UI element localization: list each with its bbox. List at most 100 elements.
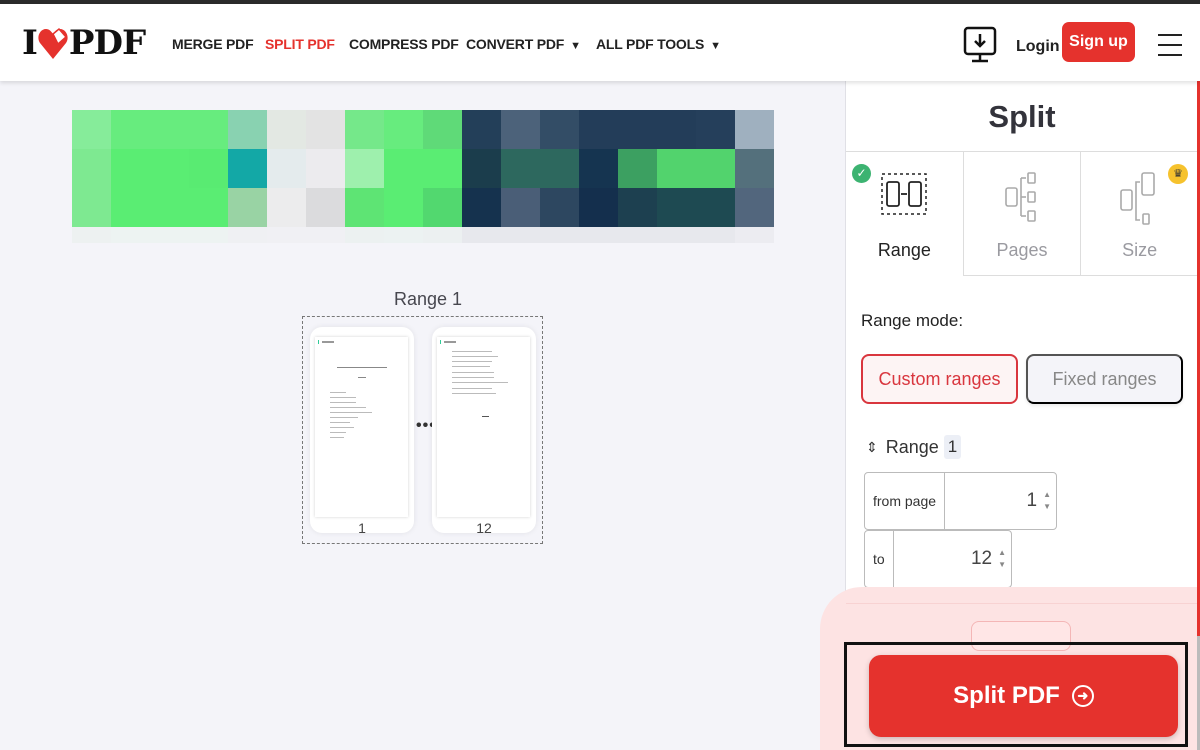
range-mode-label: Range mode: [861, 311, 964, 330]
nav-label: ALL PDF TOOLS [596, 36, 705, 52]
login-link[interactable]: Login [1016, 38, 1060, 56]
banner-pixel [423, 110, 462, 149]
premium-crown-icon: ♛ [1168, 164, 1189, 184]
banner-pixel [618, 188, 657, 227]
from-page-label: from page [865, 473, 946, 529]
stepper-up-icon[interactable]: ▲ [998, 547, 1006, 559]
banner-pixel [735, 188, 774, 227]
banner-pixel [228, 188, 267, 227]
caret-down-icon: ▼ [570, 40, 581, 52]
banner-pixel [618, 227, 657, 243]
banner-pixel [345, 110, 384, 149]
banner-pixel [462, 227, 501, 243]
banner-pixel [462, 188, 501, 227]
signup-button[interactable]: Sign up [1062, 22, 1135, 62]
from-page-stepper[interactable]: ▲ ▼ [1043, 473, 1056, 529]
banner-pixel [306, 188, 345, 227]
banner-pixel [111, 227, 150, 243]
banner-pixel [501, 227, 540, 243]
banner-pixel [501, 188, 540, 227]
stepper-down-icon[interactable]: ▼ [998, 559, 1006, 571]
banner-pixel [267, 149, 306, 188]
banner-pixel [150, 149, 189, 188]
banner-pixel [384, 188, 423, 227]
to-page-field[interactable]: to 12 ▲ ▼ [864, 530, 1012, 588]
banner-pixel [657, 149, 696, 188]
banner-pixel [735, 227, 774, 243]
banner-pixel [423, 227, 462, 243]
check-icon: ✓ [852, 164, 871, 183]
range-header[interactable]: ⇕ Range 1 [866, 435, 962, 459]
banner-pixel [150, 227, 189, 243]
from-page-field[interactable]: from page 1 ▲ ▼ [864, 472, 1057, 530]
tab-label: Size [1122, 240, 1158, 260]
banner-pixel [618, 110, 657, 149]
banner-pixel [501, 149, 540, 188]
banner-pixel [657, 227, 696, 243]
nav-label: CONVERT PDF [466, 36, 565, 52]
banner-pixel [579, 188, 618, 227]
range-index-badge: 1 [943, 435, 962, 459]
banner-pixel [189, 110, 228, 149]
range-header-label: Range [885, 436, 939, 457]
caret-down-icon: ▼ [710, 40, 721, 52]
split-mode-tabs: ✓ Range Pages ♛ Size [846, 151, 1199, 276]
page-thumbnail-image [315, 337, 408, 517]
banner-pixel [696, 227, 735, 243]
hamburger-menu-icon[interactable] [1158, 34, 1182, 56]
tab-pages[interactable]: Pages [962, 152, 1081, 276]
banner-pixel [423, 188, 462, 227]
page-thumbnail-first[interactable]: 1 [310, 327, 414, 536]
banner-pixel [111, 149, 150, 188]
nav-convert-pdf[interactable]: CONVERT PDF ▼ [466, 36, 581, 52]
nav-split-pdf[interactable]: SPLIT PDF [265, 36, 335, 52]
banner-pixel [189, 188, 228, 227]
stepper-up-icon[interactable]: ▲ [1043, 489, 1051, 501]
desktop-download-icon[interactable] [963, 26, 997, 64]
custom-ranges-button[interactable]: Custom ranges [861, 354, 1018, 404]
logo-prefix: I [22, 23, 38, 63]
range-preview-group: 1 ••• 12 [302, 316, 543, 544]
tab-size[interactable]: ♛ Size [1080, 152, 1199, 276]
nav-label: MERGE PDF [172, 36, 254, 52]
banner-pixel [384, 110, 423, 149]
page-thumbnail-last[interactable]: 12 [432, 327, 536, 536]
nav-merge-pdf[interactable]: MERGE PDF [172, 36, 254, 52]
banner-pixel [618, 149, 657, 188]
banner-pixel [696, 188, 735, 227]
banner-pixel [228, 110, 267, 149]
banner-pixel [72, 227, 111, 243]
stepper-down-icon[interactable]: ▼ [1043, 501, 1051, 513]
ilovepdf-logo[interactable]: I PDF [22, 23, 146, 63]
tab-range[interactable]: ✓ Range [846, 152, 963, 276]
nav-all-pdf-tools[interactable]: ALL PDF TOOLS ▼ [596, 36, 721, 52]
banner-pixel [72, 188, 111, 227]
banner-pixel [72, 110, 111, 149]
to-page-label: to [865, 531, 894, 587]
split-pdf-button[interactable]: Split PDF ➜ [869, 655, 1178, 737]
banner-pixel [579, 227, 618, 243]
heart-icon [38, 27, 68, 59]
banner-pixel [384, 227, 423, 243]
to-page-stepper[interactable]: ▲ ▼ [998, 531, 1011, 587]
fixed-ranges-button[interactable]: Fixed ranges [1026, 354, 1183, 404]
banner-pixel [267, 188, 306, 227]
pages-split-icon [1005, 172, 1036, 222]
banner-pixel [657, 188, 696, 227]
banner-pixel [345, 188, 384, 227]
banner-pixel [540, 149, 579, 188]
banner-pixel [579, 110, 618, 149]
page-number: 1 [358, 520, 366, 536]
tab-label: Range [877, 240, 931, 260]
collapse-toggle-icon[interactable]: ⇕ [866, 439, 878, 456]
from-page-input[interactable]: 1 [945, 473, 1043, 529]
to-page-input[interactable]: 12 [894, 531, 998, 587]
banner-pixel [267, 227, 306, 243]
nav-compress-pdf[interactable]: COMPRESS PDF [349, 36, 459, 52]
banner-pixel [306, 110, 345, 149]
pixelated-banner-image [72, 110, 774, 243]
nav-label: COMPRESS PDF [349, 36, 459, 52]
banner-pixel [462, 110, 501, 149]
range-preview-label-text: Range 1 [394, 289, 463, 309]
banner-pixel [735, 110, 774, 149]
